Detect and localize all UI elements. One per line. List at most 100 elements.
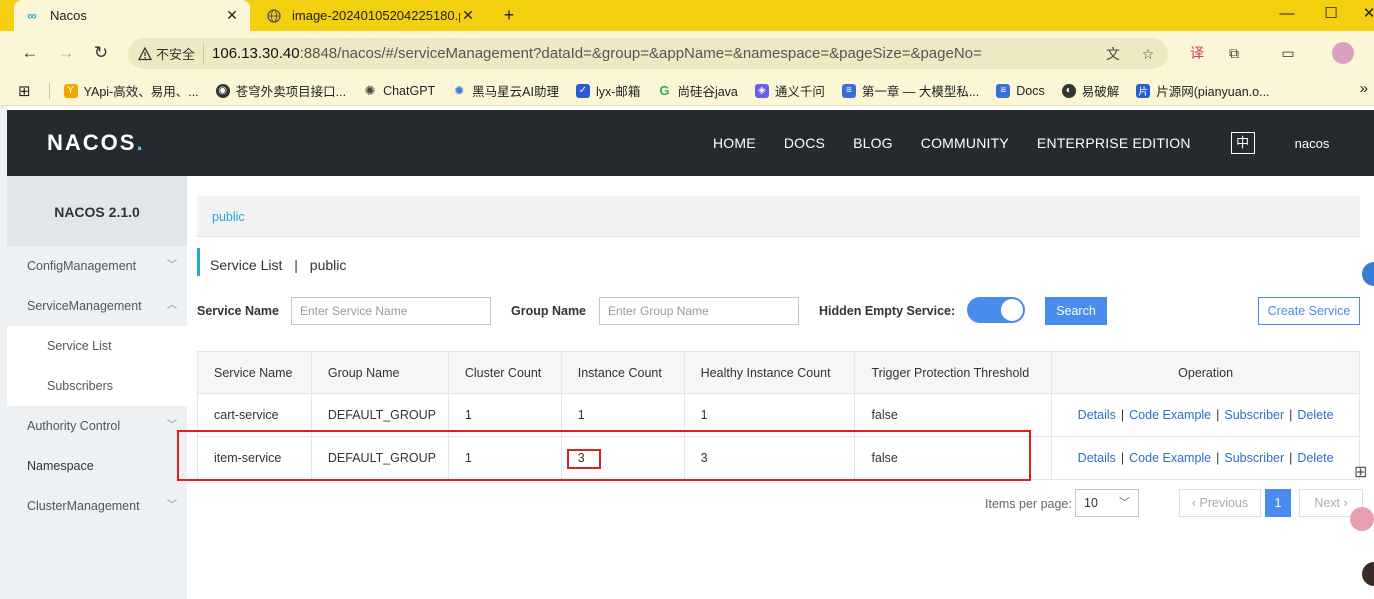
search-button[interactable]: Search — [1045, 297, 1107, 325]
bookmark-item[interactable]: ◉ 苍穹外卖项目接口... — [215, 81, 346, 100]
bookmark-item[interactable]: ≡ 第一章 — 大模型私... — [841, 81, 979, 100]
bookmarks-divider — [48, 82, 50, 99]
delete-link[interactable]: Delete — [1297, 451, 1333, 465]
translate-float-icon[interactable] — [1350, 507, 1374, 531]
language-switch-button[interactable]: 中 — [1230, 132, 1255, 154]
url-path: :8848/nacos/#/serviceManagement?dataId=&… — [299, 45, 982, 62]
apps-grid-icon[interactable]: ⊞ — [18, 82, 31, 100]
details-link[interactable]: Details — [1078, 408, 1116, 422]
tab-image[interactable]: image-20240105204225180.p ✕ — [256, 0, 486, 31]
sidebar-item-service-management[interactable]: ServiceManagement ︿ — [7, 286, 187, 326]
filter-bar: Service Name Enter Service Name Group Na… — [197, 297, 1360, 325]
nav-enterprise[interactable]: ENTERPRISE EDITION — [1037, 135, 1191, 151]
nav-community[interactable]: COMMUNITY — [921, 135, 1009, 151]
create-service-button[interactable]: Create Service — [1258, 297, 1360, 325]
chevron-down-icon: ﹀ — [167, 500, 177, 511]
bookmark-item[interactable]: 片片源网(pianyuan.o... — [1136, 81, 1270, 100]
chevron-up-icon: ︿ — [167, 300, 177, 311]
sidebar-item-namespace[interactable]: Namespace — [7, 446, 187, 486]
profile-avatar-icon[interactable] — [1332, 42, 1354, 64]
service-name-label: Service Name — [197, 304, 280, 318]
details-link[interactable]: Details — [1078, 451, 1116, 465]
mail-icon: ✓ — [575, 83, 590, 98]
column-header: Instance Count — [560, 351, 685, 394]
back-icon[interactable]: ← — [18, 41, 42, 65]
warning-icon — [138, 46, 152, 60]
nav-home[interactable]: HOME — [713, 135, 756, 151]
close-window-icon[interactable]: ✕ — [1346, 0, 1374, 31]
page-size-select[interactable]: 10 ﹀ — [1075, 489, 1139, 517]
reload-icon[interactable]: ↻ — [89, 41, 113, 65]
close-tab-icon[interactable]: ✕ — [460, 7, 476, 24]
doc-icon: ≡ — [996, 83, 1011, 98]
crack-icon: ◐ — [1061, 83, 1076, 98]
bookmark-item[interactable]: ✹ 黑马星云AI助理 — [452, 81, 559, 100]
bookmark-item[interactable]: ✺ ChatGPT — [363, 83, 436, 98]
translate-extension-icon[interactable]: 译 — [1187, 43, 1207, 63]
nav-docs[interactable]: DOCS — [784, 135, 825, 151]
doc-icon: ≡ — [841, 83, 856, 98]
bookmark-label: 黑马星云AI助理 — [472, 85, 559, 99]
grid-tools-icon[interactable]: ⊞ — [1354, 462, 1374, 482]
hidden-empty-service-toggle[interactable] — [967, 297, 1025, 323]
reading-mode-icon[interactable]: ▭ — [1278, 43, 1298, 63]
namespace-tab-public[interactable]: public — [212, 210, 245, 224]
page-number-button[interactable]: 1 — [1265, 489, 1291, 517]
items-per-page-label: Items per page: — [985, 497, 1072, 511]
bookmark-item[interactable]: ✓ lyx-邮箱 — [575, 81, 640, 100]
close-tab-icon[interactable]: ✕ — [224, 7, 240, 24]
nav-blog[interactable]: BLOG — [853, 135, 893, 151]
chevron-down-icon: ﹀ — [167, 420, 177, 431]
sidebar-item-subscribers[interactable]: Subscribers — [7, 366, 187, 406]
more-bookmarks-icon[interactable]: » — [1360, 80, 1368, 97]
group-name-input[interactable]: Enter Group Name — [599, 297, 799, 325]
security-indicator[interactable]: 不安全 — [138, 43, 205, 64]
tab-nacos[interactable]: ∞ Nacos ✕ — [14, 0, 250, 31]
browser-toolbar: ← → ↻ 不安全 106.13.30.40:8848/nacos/#/serv… — [0, 31, 1374, 76]
service-name-input[interactable]: Enter Service Name — [291, 297, 491, 325]
translate-icon[interactable]: 文 — [1103, 44, 1123, 64]
new-tab-icon[interactable]: + — [498, 4, 520, 26]
bookmark-label: 尚硅谷java — [677, 85, 738, 99]
sidebar-item-service-list[interactable]: Service List — [7, 326, 187, 366]
code-example-link[interactable]: Code Example — [1129, 408, 1211, 422]
sidebar-item-config-management[interactable]: ConfigManagement ﹀ — [7, 246, 187, 286]
bookmark-label: Docs — [1016, 83, 1045, 98]
previous-page-button[interactable]: ‹ Previous — [1179, 489, 1261, 517]
column-header: Trigger Protection Threshold — [854, 351, 1053, 394]
highlight-annotation-cell — [567, 449, 601, 469]
column-header: Healthy Instance Count — [683, 351, 856, 394]
security-label: 不安全 — [156, 47, 196, 62]
subscriber-link[interactable]: Subscriber — [1224, 408, 1284, 422]
extensions-icon[interactable]: ⧉ — [1224, 43, 1244, 63]
user-menu[interactable]: nacos — [1295, 136, 1330, 151]
sidebar-item-cluster-management[interactable]: ClusterManagement ﹀ — [7, 486, 187, 526]
sidebar-item-label: ConfigManagement — [27, 259, 137, 273]
bookmark-label: 片源网(pianyuan.o... — [1156, 85, 1270, 99]
bookmark-item[interactable]: ◈ 通义千问 — [754, 81, 825, 100]
bookmark-label: 易破解 — [1081, 85, 1120, 99]
forward-icon[interactable]: → — [54, 41, 78, 65]
nacos-logo[interactable]: NACOS. — [47, 130, 145, 156]
op-separator: | — [1216, 408, 1220, 422]
bookmark-item[interactable]: G 尚硅谷java — [657, 81, 738, 100]
address-bar[interactable]: 不安全 106.13.30.40:8848/nacos/#/serviceMan… — [128, 38, 1168, 69]
delete-link[interactable]: Delete — [1297, 408, 1333, 422]
bookmark-item[interactable]: ◐ 易破解 — [1061, 81, 1120, 100]
sidebar-item-label: Authority Control — [27, 419, 121, 433]
sidebar-title: NACOS 2.1.0 — [7, 176, 187, 246]
main-content: public Service List | public Service Nam… — [177, 176, 1374, 599]
code-example-link[interactable]: Code Example — [1129, 451, 1211, 465]
hidden-empty-service-label: Hidden Empty Service: — [819, 304, 956, 318]
bookmark-star-icon[interactable]: ☆ — [1138, 44, 1158, 64]
bookmark-item[interactable]: ≡ Docs — [996, 83, 1045, 98]
subscriber-link[interactable]: Subscriber — [1224, 451, 1284, 465]
namespace-tab: public — [197, 196, 1360, 237]
star-cloud-icon: ✹ — [453, 82, 465, 98]
cell-operation: Details | Code Example | Subscriber | Delete — [1051, 393, 1360, 437]
sidebar-item-authority-control[interactable]: Authority Control ﹀ — [7, 406, 187, 446]
chevron-down-icon: ﹀ — [167, 260, 177, 271]
minimize-icon[interactable]: — — [1264, 0, 1310, 31]
bookmark-item[interactable]: Y YApi-高效、易用、... — [63, 81, 199, 100]
nav-links: HOME DOCS BLOG COMMUNITY ENTERPRISE EDIT… — [713, 110, 1329, 176]
